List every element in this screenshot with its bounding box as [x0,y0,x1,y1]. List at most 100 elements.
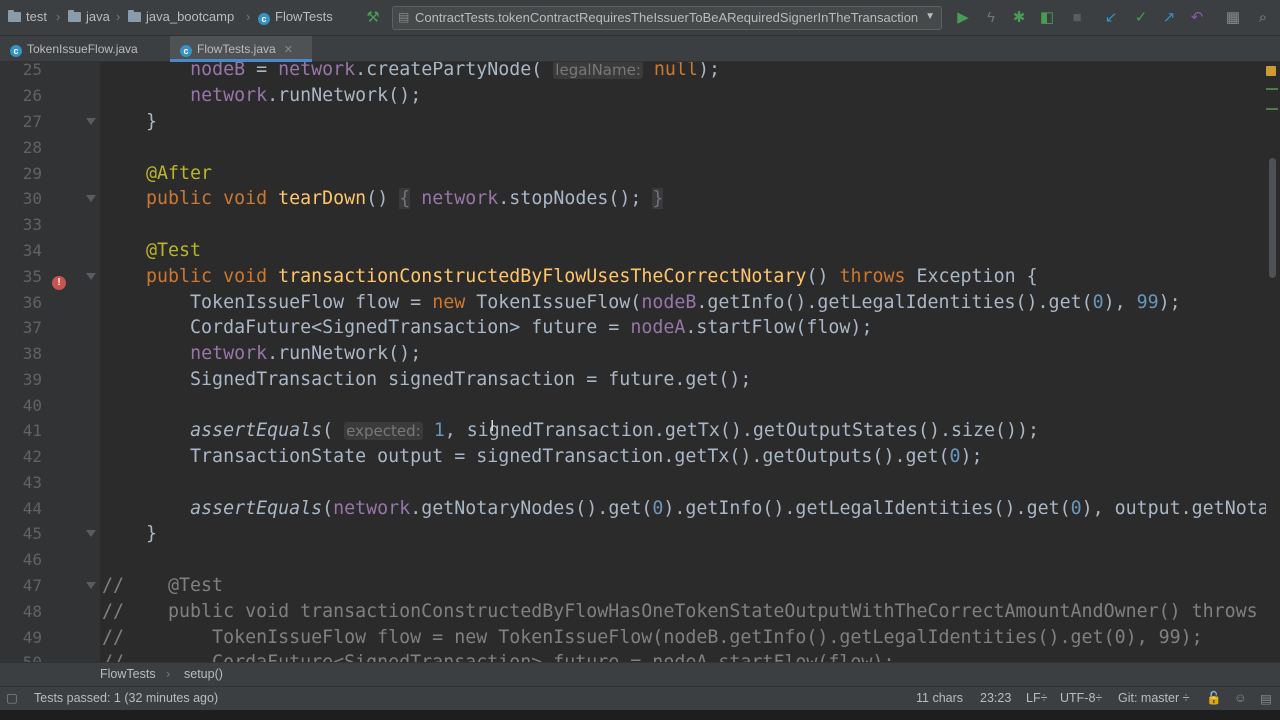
editor-tabs: c TokenIssueFlow.java c FlowTests.java ✕ [0,36,1280,62]
search-icon[interactable]: ⌕ [1254,9,1272,27]
code-line: // public void transactionConstructedByF… [102,601,1280,622]
line-number: 37 [22,318,42,337]
revert-icon[interactable]: ↶ [1188,9,1206,27]
line-number: 41 [22,421,42,440]
line-number: 42 [22,447,42,466]
code-line: assertEquals( expected: 1, signedTransac… [190,420,1040,441]
line-number: 26 [22,86,42,105]
text-cursor-icon: I [490,418,495,435]
line-number: 45 [22,524,42,543]
line-separator[interactable]: LF÷ [1026,691,1047,705]
fold-icon[interactable] [85,195,97,205]
fold-icon[interactable] [85,530,97,540]
code-line: TokenIssueFlow flow = new TokenIssueFlow… [102,292,1181,313]
selection-count: 11 chars [916,691,964,705]
code-breadcrumb-method[interactable]: setup() [184,667,223,681]
parameter-hint: legalName: [553,62,643,79]
line-number: 27 [22,112,42,131]
breakpoint-warning-icon[interactable]: ! [52,276,66,290]
folder-icon [68,10,81,22]
code-line: TransactionState output = signedTransact… [102,446,983,467]
breadcrumb-item-flowtests[interactable]: c FlowTests [258,9,333,25]
line-number: 39 [22,370,42,389]
git-branch[interactable]: Git: master ÷ [1118,691,1189,705]
line-number: 48 [22,602,42,621]
line-number: 43 [22,473,42,492]
vcs-commit-icon[interactable]: ✓ [1132,9,1150,27]
code-line: assertEquals(network.getNotaryNodes().ge… [190,498,1280,519]
run-lightning-icon[interactable]: ϟ [982,9,1000,27]
code-line: network.runNetwork(); [190,343,422,364]
line-number: 36 [22,293,42,312]
warning-marker-icon[interactable] [1266,66,1276,76]
debug-bug-icon[interactable]: ✱ [1010,9,1028,27]
code-line: // TokenIssueFlow flow = new TokenIssueF… [102,627,1203,648]
line-number: 30 [22,189,42,208]
fold-icon[interactable] [85,582,97,592]
run-icon[interactable]: ▶ [954,9,972,27]
code-line: CordaFuture<SignedTransaction> future = … [102,317,873,338]
line-number: 47 [22,576,42,595]
code-line: public void transactionConstructedByFlow… [146,266,1038,287]
code-line: } [102,111,158,132]
file-encoding[interactable]: UTF-8÷ [1060,691,1102,705]
code-breadcrumb-class[interactable]: FlowTests [100,667,156,681]
caret-position[interactable]: 23:23 [980,691,1011,705]
coverage-icon[interactable]: ◧ [1038,9,1056,27]
breadcrumb-item-java[interactable]: java [68,9,110,24]
navigation-bar: test › java › java_bootcamp › c FlowTests… [0,0,1280,36]
code-line: // CordaFuture<SignedTransaction> future… [102,650,894,662]
scrollbar-thumb[interactable] [1269,158,1276,278]
folder-icon [8,10,21,22]
code-line: } [102,523,158,544]
line-number: 46 [22,550,42,569]
line-number: 38 [22,344,42,363]
code-breadcrumb: FlowTests › setup() [0,662,1280,686]
run-configuration-select[interactable]: ▤ ContractTests.tokenContractRequiresThe… [392,6,942,30]
code-line: public void tearDown() { network.stopNod… [146,188,664,209]
event-log-icon[interactable]: ▤ [1260,691,1272,706]
code-line: @After [146,163,213,184]
tab-flowtests[interactable]: c FlowTests.java ✕ [170,36,312,62]
change-marker[interactable] [1266,88,1278,90]
chevron-down-icon: ▼ [925,11,935,22]
stop-icon[interactable]: ■ [1068,9,1086,27]
tool-window-toggle-icon[interactable]: ▢ [6,690,18,705]
fold-icon[interactable] [85,118,97,128]
line-number: 34 [22,241,42,260]
code-line: @Test [146,240,202,261]
breadcrumb-separator: › [166,667,171,681]
inspector-icon[interactable]: ☺ [1234,691,1247,705]
code-editor[interactable]: 25 26 27 28 29 30 33 34 35 36 37 38 39 4… [0,62,1280,662]
code-line: nodeB = network.createPartyNode( legalNa… [190,62,720,80]
parameter-hint: expected: [344,422,423,440]
breadcrumb-item-java-bootcamp[interactable]: java_bootcamp [128,9,234,24]
vcs-push-icon[interactable]: ↗ [1160,9,1178,27]
code-line: // @Test [102,575,224,596]
change-marker[interactable] [1266,108,1278,110]
vertical-scrollbar[interactable] [1266,62,1280,662]
line-number: 29 [22,164,42,183]
breadcrumb-separator: › [116,9,121,24]
fold-icon[interactable] [85,273,97,283]
line-number: 44 [22,499,42,518]
class-icon: c [180,45,192,57]
class-icon: c [10,45,22,57]
project-structure-icon[interactable]: ▦ [1224,9,1242,27]
code-line: network.runNetwork(); [190,85,422,106]
test-status[interactable]: Tests passed: 1 (32 minutes ago) [34,691,218,705]
os-dock [0,710,1280,720]
close-icon[interactable]: ✕ [284,44,293,56]
tab-tokenissueflow[interactable]: c TokenIssueFlow.java [0,36,168,62]
breadcrumb-separator: › [56,9,61,24]
line-number: 28 [22,138,42,157]
status-bar: ▢ Tests passed: 1 (32 minutes ago) 11 ch… [0,686,1280,710]
code-line: SignedTransaction signedTransaction = fu… [102,369,752,390]
line-number: 25 [22,62,42,79]
build-hammer-icon[interactable]: ⚒ [364,9,382,27]
lock-icon[interactable]: 🔓 [1206,691,1222,706]
test-config-icon: ▤ [398,10,410,24]
line-number: 33 [22,215,42,234]
vcs-update-icon[interactable]: ↙ [1102,9,1120,27]
breadcrumb-item-test[interactable]: test [8,9,47,24]
